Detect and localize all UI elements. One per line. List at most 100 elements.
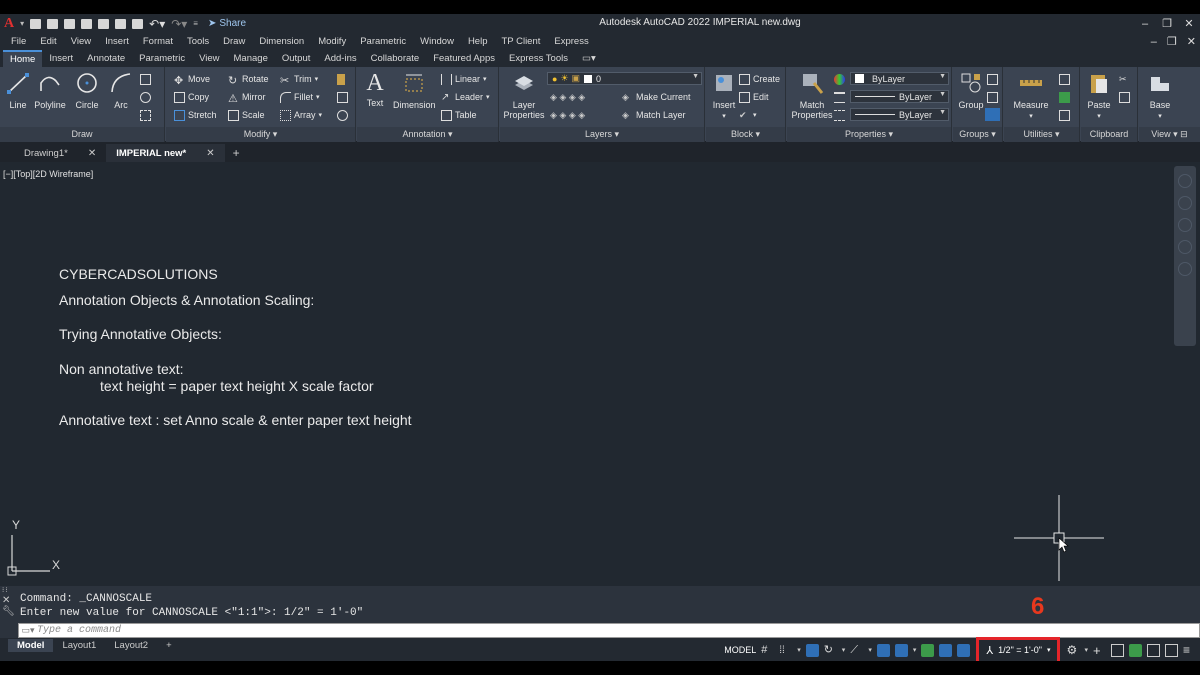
- layer-tools-row-1[interactable]: ◈ ◈ ◈ ◈: [550, 90, 585, 104]
- group-edit-icon[interactable]: [987, 90, 998, 104]
- tab-output[interactable]: Output: [275, 50, 318, 67]
- workspace-chevron-icon[interactable]: ▾: [1084, 646, 1088, 654]
- measure-button[interactable]: Measure ▾: [1007, 71, 1055, 122]
- tab-insert[interactable]: Insert: [42, 50, 80, 67]
- arc-button[interactable]: Arc: [103, 71, 139, 110]
- drawing-text-line[interactable]: Non annotative text:: [59, 361, 184, 377]
- panel-clipboard-title[interactable]: Clipboard: [1081, 127, 1137, 142]
- tab-home[interactable]: Home: [3, 50, 43, 67]
- object-snap-icon[interactable]: [894, 643, 908, 657]
- fillet-button[interactable]: Fillet ▾: [280, 90, 320, 104]
- snap-icon[interactable]: ⁞⁞: [779, 644, 792, 657]
- calculator-icon[interactable]: [1059, 108, 1070, 122]
- ribbon-display-toggle-icon[interactable]: ▭▾: [575, 50, 603, 67]
- explode-icon[interactable]: [337, 90, 348, 104]
- leader-button[interactable]: ↗ Leader ▾: [441, 90, 490, 104]
- new-tab-icon[interactable]: +: [233, 146, 240, 160]
- array-button[interactable]: Array ▾: [280, 108, 322, 122]
- file-tab-drawing1[interactable]: Drawing1* ✕: [14, 144, 106, 162]
- polar-icon[interactable]: ↻: [824, 644, 837, 657]
- insert-block-button[interactable]: Insert ▾: [706, 71, 742, 122]
- linetype-dropdown[interactable]: ByLayer ▼: [850, 108, 949, 121]
- doc-close-icon[interactable]: ✕: [1187, 35, 1196, 48]
- copy-clip-icon[interactable]: [1119, 90, 1130, 104]
- menu-help[interactable]: Help: [461, 36, 495, 47]
- graphics-performance-icon[interactable]: [1147, 643, 1160, 657]
- tab-manage[interactable]: Manage: [227, 50, 275, 67]
- make-current-button[interactable]: ◈ Make Current: [622, 90, 691, 104]
- menu-draw[interactable]: Draw: [216, 36, 252, 47]
- quick-select-icon[interactable]: [1059, 72, 1070, 86]
- navigation-bar[interactable]: [1174, 166, 1196, 346]
- drawing-text-line[interactable]: Annotation Objects & Annotation Scaling:: [59, 292, 314, 308]
- close-tab-icon[interactable]: ✕: [206, 148, 214, 159]
- doc-minimize-icon[interactable]: –: [1151, 36, 1157, 48]
- ellipse-icon[interactable]: [140, 90, 151, 104]
- close-command-icon[interactable]: ✕: [2, 595, 16, 606]
- menu-tools[interactable]: Tools: [180, 36, 216, 47]
- workspace-gear-icon[interactable]: ⚙: [1066, 643, 1079, 657]
- trim-button[interactable]: ✂ Trim ▾: [280, 72, 318, 87]
- showmotion-icon[interactable]: [1178, 262, 1192, 276]
- block-attribute-icon[interactable]: ✔ ▾: [739, 108, 757, 122]
- annotation-monitor-icon[interactable]: +: [1093, 644, 1106, 657]
- command-window-handle[interactable]: ⁝⁝ ✕ 🔧︎: [2, 586, 16, 623]
- tab-layout1[interactable]: Layout1: [53, 639, 105, 652]
- layer-properties-button[interactable]: Layer Properties: [503, 71, 545, 120]
- move-button[interactable]: ✥ Move: [174, 72, 210, 87]
- line-button[interactable]: Line: [0, 71, 36, 110]
- polar-chevron-icon[interactable]: ▾: [842, 646, 846, 654]
- offset-icon[interactable]: [337, 108, 348, 122]
- menu-tp-client[interactable]: TP Client: [494, 36, 547, 47]
- tab-annotate[interactable]: Annotate: [80, 50, 132, 67]
- edit-block-button[interactable]: Edit: [739, 90, 769, 104]
- tab-view[interactable]: View: [192, 50, 226, 67]
- command-prompt-icon[interactable]: ▭▾: [19, 625, 37, 636]
- paste-button[interactable]: Paste ▾: [1081, 71, 1117, 122]
- panel-layers-title[interactable]: Layers ▾: [500, 127, 704, 142]
- viewport-controls[interactable]: [−][Top][2D Wireframe]: [3, 169, 93, 179]
- osnap-chevron-icon[interactable]: ▾: [913, 646, 917, 654]
- table-button[interactable]: Table: [441, 108, 477, 122]
- scale-button[interactable]: Scale: [228, 108, 265, 122]
- menu-format[interactable]: Format: [136, 36, 180, 47]
- layer-tools-row-2[interactable]: ◈ ◈ ◈ ◈: [550, 108, 585, 122]
- annotation-visibility-icon[interactable]: [939, 643, 953, 657]
- group-select-icon[interactable]: [985, 107, 1000, 121]
- linear-button[interactable]: Linear ▾: [441, 72, 487, 86]
- linetype-icon[interactable]: [834, 108, 845, 122]
- panel-properties-title[interactable]: Properties ▾: [787, 127, 951, 142]
- tab-layout2[interactable]: Layout2: [105, 639, 157, 652]
- panel-view-title[interactable]: View ▾ ⊟: [1139, 127, 1200, 142]
- tab-express-tools[interactable]: Express Tools: [502, 50, 575, 67]
- match-properties-button[interactable]: Match Properties: [791, 71, 833, 120]
- color-wheel-icon[interactable]: [834, 72, 845, 86]
- tab-model[interactable]: Model: [8, 639, 54, 652]
- lineweight-dropdown[interactable]: ByLayer ▼: [850, 90, 949, 103]
- close-icon[interactable]: ✕: [1178, 14, 1200, 33]
- rotate-button[interactable]: ↻ Rotate: [228, 72, 269, 87]
- menu-window[interactable]: Window: [413, 36, 461, 47]
- orbit-icon[interactable]: [1178, 240, 1192, 254]
- grid-icon[interactable]: #: [761, 644, 774, 657]
- copy-button[interactable]: Copy: [174, 90, 209, 104]
- clean-screen-icon[interactable]: [1165, 643, 1178, 657]
- panel-annotation-title[interactable]: Annotation ▾: [357, 127, 498, 142]
- panel-utilities-title[interactable]: Utilities ▾: [1004, 127, 1079, 142]
- minimize-icon[interactable]: –: [1134, 14, 1156, 33]
- close-tab-icon[interactable]: ✕: [88, 148, 96, 159]
- menu-insert[interactable]: Insert: [98, 36, 136, 47]
- auto-scale-icon[interactable]: [957, 643, 971, 657]
- restore-icon[interactable]: ❐: [1156, 14, 1178, 33]
- tab-add-ins[interactable]: Add-ins: [317, 50, 363, 67]
- drawing-text-line[interactable]: Trying Annotative Objects:: [59, 326, 222, 342]
- mirror-button[interactable]: ⚠ Mirror: [228, 90, 266, 105]
- snap-chevron-icon[interactable]: ▾: [797, 646, 801, 654]
- erase-icon[interactable]: [337, 72, 345, 86]
- annotation-scale-button[interactable]: ⅄ 1/2" = 1'-0" ▾: [976, 636, 1061, 664]
- menu-express[interactable]: Express: [547, 36, 595, 47]
- customization-menu-icon[interactable]: ≡: [1183, 643, 1196, 657]
- spreadsheet-icon[interactable]: [1059, 90, 1070, 104]
- ungroup-icon[interactable]: [987, 72, 998, 86]
- rectangle-icon[interactable]: [140, 72, 151, 86]
